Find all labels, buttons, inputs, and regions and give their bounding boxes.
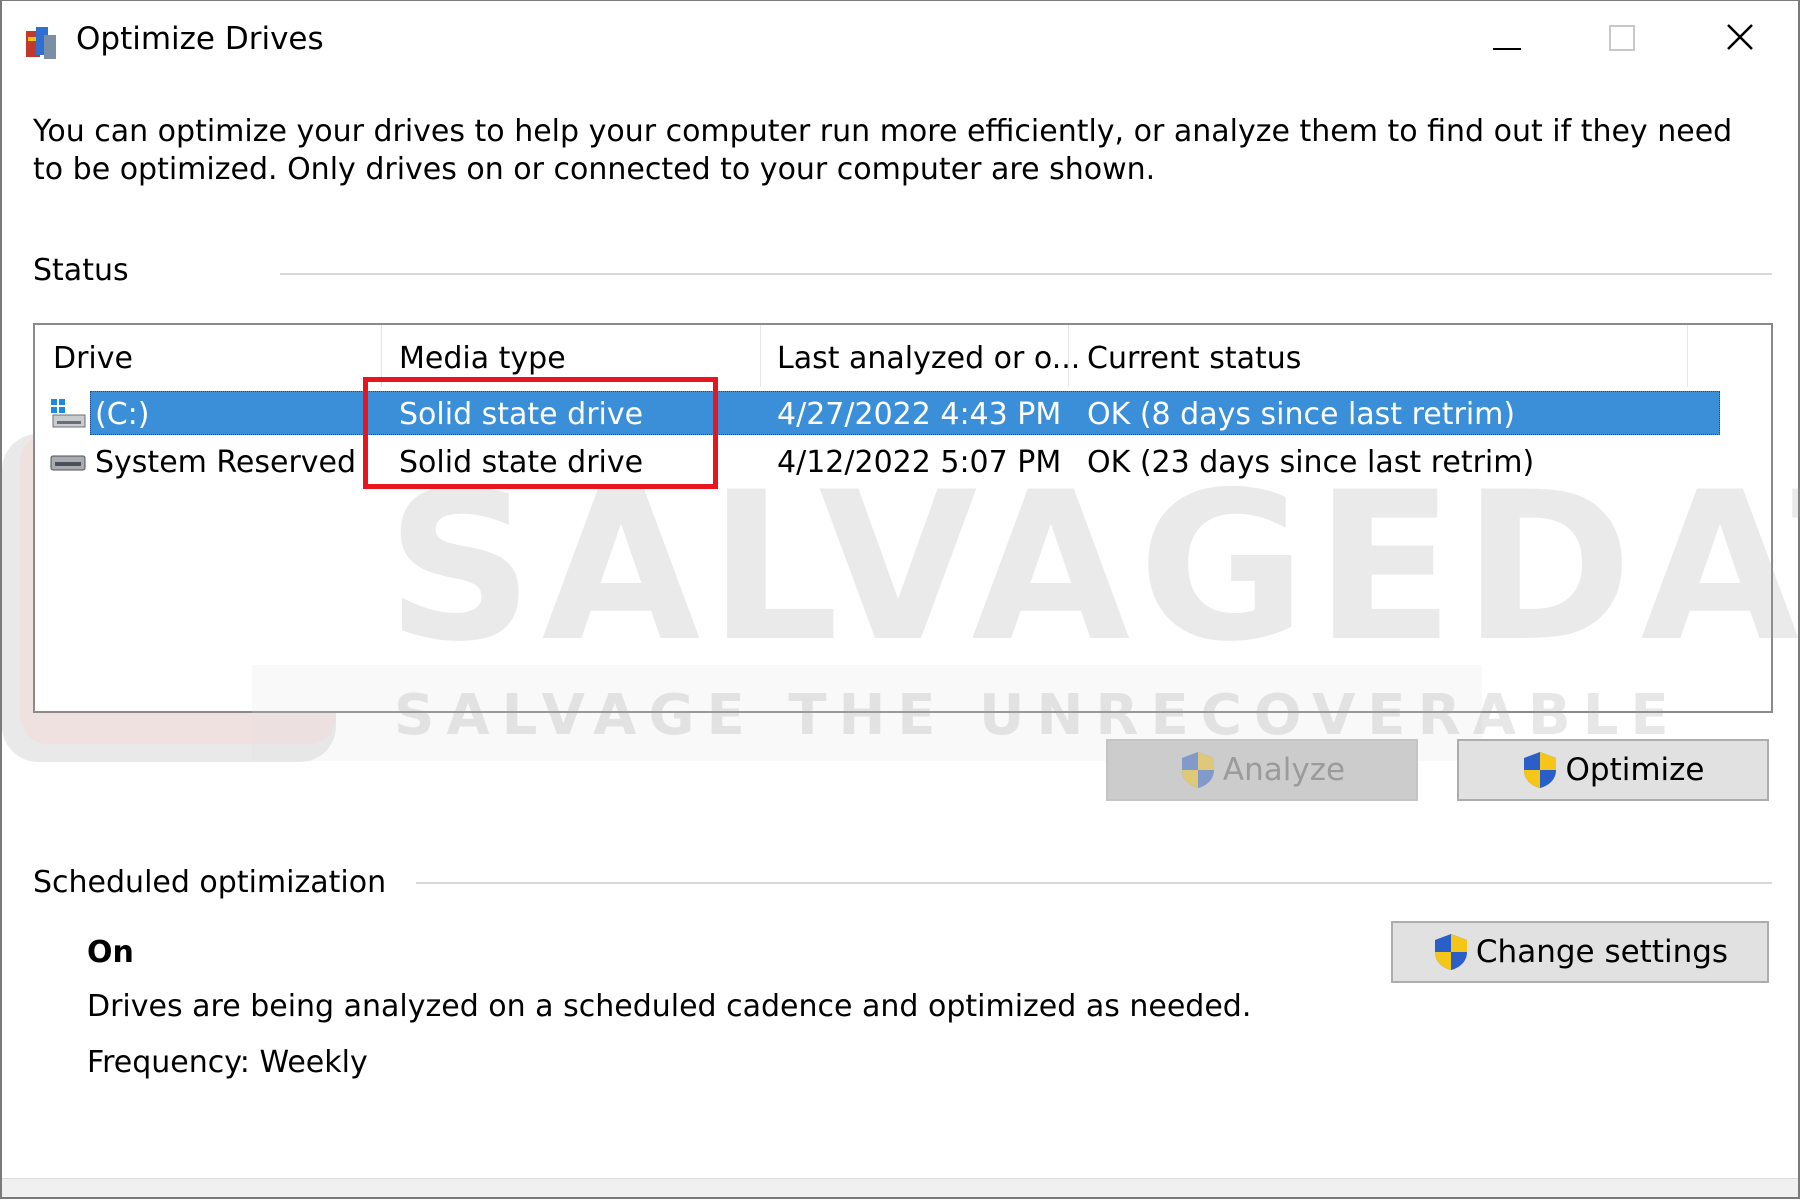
drive-row-c-name[interactable]: (C:)	[95, 397, 149, 432]
analyze-button[interactable]: Analyze	[1106, 739, 1418, 801]
minimize-icon	[1493, 24, 1521, 59]
drive-row-c-last-analyzed[interactable]: 4/27/2022 4:43 PM	[777, 397, 1061, 432]
status-section-label: Status	[33, 253, 129, 288]
drive-icon	[49, 447, 87, 473]
system-drive-icon	[49, 397, 87, 429]
uac-shield-icon	[1179, 750, 1217, 790]
window-bottom-edge	[2, 1178, 1798, 1197]
scheduled-divider	[416, 882, 1772, 884]
uac-shield-icon	[1432, 932, 1470, 972]
column-header-media-type[interactable]: Media type	[399, 341, 566, 376]
change-settings-label: Change settings	[1475, 934, 1729, 970]
status-divider	[280, 273, 1772, 275]
scheduled-section-label: Scheduled optimization	[33, 865, 387, 900]
close-icon	[1726, 23, 1754, 59]
schedule-description: Drives are being analyzed on a scheduled…	[87, 989, 1252, 1024]
column-separator[interactable]	[1687, 325, 1688, 387]
window-title: Optimize Drives	[76, 21, 324, 57]
column-separator[interactable]	[760, 325, 761, 387]
close-button[interactable]	[1685, 1, 1795, 81]
uac-shield-icon	[1521, 750, 1559, 790]
optimize-button-label: Optimize	[1565, 752, 1705, 788]
change-settings-button[interactable]: Change settings	[1391, 921, 1769, 983]
maximize-button[interactable]	[1567, 1, 1677, 81]
schedule-state: On	[87, 935, 134, 970]
drive-row-c-status[interactable]: OK (8 days since last retrim)	[1087, 397, 1515, 432]
column-header-current-status[interactable]: Current status	[1087, 341, 1301, 376]
schedule-frequency: Frequency: Weekly	[87, 1045, 368, 1080]
minimize-button[interactable]	[1452, 1, 1562, 81]
defrag-app-icon	[24, 25, 60, 61]
column-header-last-analyzed[interactable]: Last analyzed or o...	[777, 341, 1080, 376]
maximize-icon	[1609, 24, 1635, 59]
optimize-button[interactable]: Optimize	[1457, 739, 1769, 801]
analyze-button-label: Analyze	[1222, 752, 1346, 788]
intro-text: You can optimize your drives to help you…	[33, 114, 1733, 187]
drive-row-system-reserved-name[interactable]: System Reserved	[95, 445, 356, 480]
media-type-highlight-box	[363, 377, 718, 489]
column-header-drive[interactable]: Drive	[53, 341, 133, 376]
column-separator[interactable]	[1068, 325, 1069, 387]
optimize-drives-window: Optimize Drives You can optimize your dr…	[0, 0, 1800, 1199]
